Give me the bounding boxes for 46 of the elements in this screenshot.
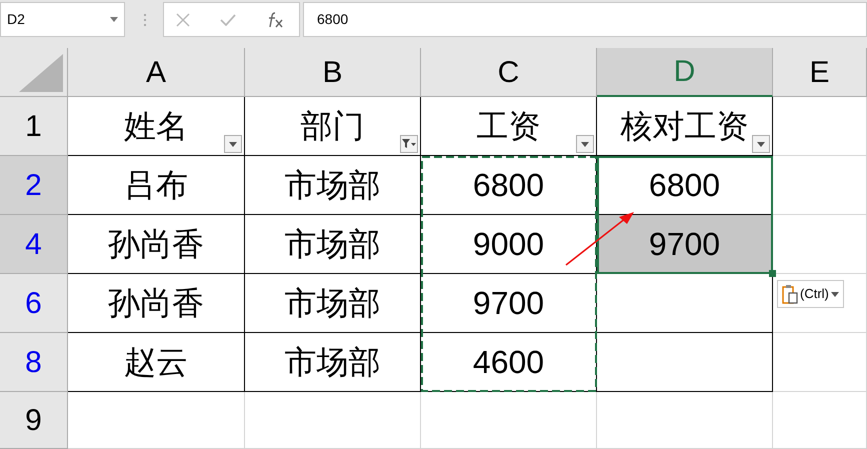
formula-input[interactable]: 6800 [303,2,867,37]
table-cell[interactable]: 市场部 [245,156,421,215]
row-header[interactable]: 8 [0,333,68,392]
row-header[interactable]: 6 [0,274,68,333]
table-cell[interactable]: 吕布 [68,156,245,215]
table-cell[interactable]: 市场部 [245,274,421,333]
clipboard-icon [782,284,798,304]
table-cell[interactable]: 赵云 [68,333,245,392]
row-header[interactable]: 2 [0,156,68,215]
caret-icon [229,142,237,146]
table-cell[interactable]: 市场部 [245,215,421,274]
filter-button[interactable] [576,135,594,153]
function-icon[interactable] [266,12,284,28]
caret-icon [110,17,118,22]
name-box[interactable]: D2 [0,2,125,37]
table-cell[interactable]: 核对工资 [597,97,773,156]
caret-icon [581,142,589,146]
table-cell[interactable]: 孙尚香 [68,215,245,274]
check-icon[interactable] [220,14,236,26]
column-header[interactable]: E [773,48,867,97]
row-header[interactable]: 4 [0,215,68,274]
row-header[interactable]: 9 [0,392,68,449]
column-header[interactable]: D [597,48,773,97]
drag-handle-icon [143,14,147,26]
arrow [566,212,634,266]
column-header[interactable]: C [421,48,597,97]
table-cell[interactable]: 孙尚香 [68,274,245,333]
close-icon[interactable] [176,12,190,26]
filter-button[interactable] [224,135,242,153]
caret-icon [757,142,765,146]
table-cell[interactable]: 工资 [421,97,597,156]
column-header[interactable]: B [245,48,421,97]
column-header[interactable]: A [68,48,245,97]
table-cell[interactable]: 9700 [597,215,773,274]
filter-button[interactable] [400,135,418,153]
table-cell[interactable]: 市场部 [245,333,421,392]
table-cell[interactable]: 6800 [421,156,597,215]
paste-options-button[interactable]: (Ctrl) [777,280,844,308]
filter-button[interactable] [752,135,770,153]
table-cell[interactable]: 部门 [245,97,421,156]
row-header[interactable]: 1 [0,97,68,156]
select-all-button[interactable] [0,48,68,97]
caret-icon [830,292,839,296]
table-cell[interactable]: 姓名 [68,97,245,156]
filter-icon [402,139,416,149]
cell-reference: D2 [7,10,25,29]
